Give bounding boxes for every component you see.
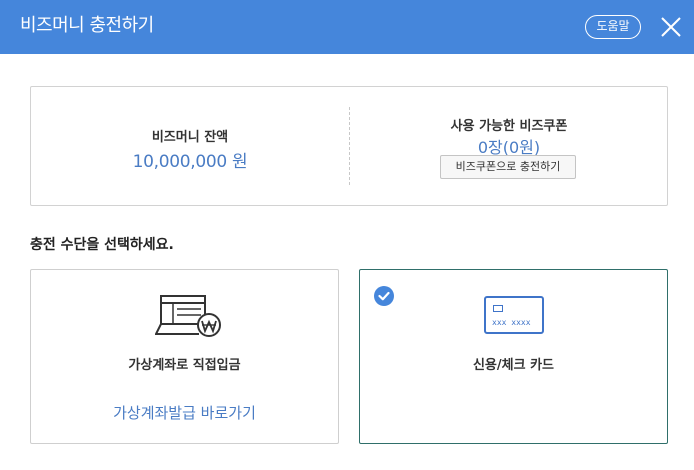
close-icon[interactable] xyxy=(660,16,682,38)
bizmoney-balance: 비즈머니 잔액 10,000,000 원 xyxy=(31,87,349,205)
charge-with-coupon-button[interactable]: 비즈쿠폰으로 충전하기 xyxy=(440,155,576,179)
dialog-header: 비즈머니 충전하기 도움말 xyxy=(0,0,694,54)
virtual-account-icon xyxy=(155,295,221,337)
section-title: 충전 수단을 선택하세요. xyxy=(30,237,174,253)
card-chip-icon xyxy=(493,305,503,312)
option-virtual-account[interactable]: 가상계좌로 직접입금 가상계좌발급 바로가기 xyxy=(30,269,339,444)
credit-card-icon: xxx xxxx xyxy=(484,296,544,334)
check-circle-icon xyxy=(374,286,394,306)
balance-summary: 비즈머니 잔액 10,000,000 원 사용 가능한 비즈쿠폰 0장(0원) … xyxy=(30,86,668,206)
help-button[interactable]: 도움말 xyxy=(585,15,641,39)
option-credit-card[interactable]: xxx xxxx 신용/체크 카드 xyxy=(359,269,668,444)
card-number-text: xxx xxxx xyxy=(492,318,531,327)
coupon-label: 사용 가능한 비즈쿠폰 xyxy=(450,119,568,134)
issue-virtual-account-link[interactable]: 가상계좌발급 바로가기 xyxy=(31,402,338,423)
coupon-summary: 사용 가능한 비즈쿠폰 0장(0원) 비즈쿠폰으로 충전하기 xyxy=(350,87,668,205)
balance-value: 10,000,000 원 xyxy=(132,152,248,172)
dialog-title: 비즈머니 충전하기 xyxy=(20,15,154,36)
option-label: 신용/체크 카드 xyxy=(472,358,555,373)
balance-label: 비즈머니 잔액 xyxy=(151,130,229,145)
option-label: 가상계좌로 직접입금 xyxy=(128,358,241,373)
